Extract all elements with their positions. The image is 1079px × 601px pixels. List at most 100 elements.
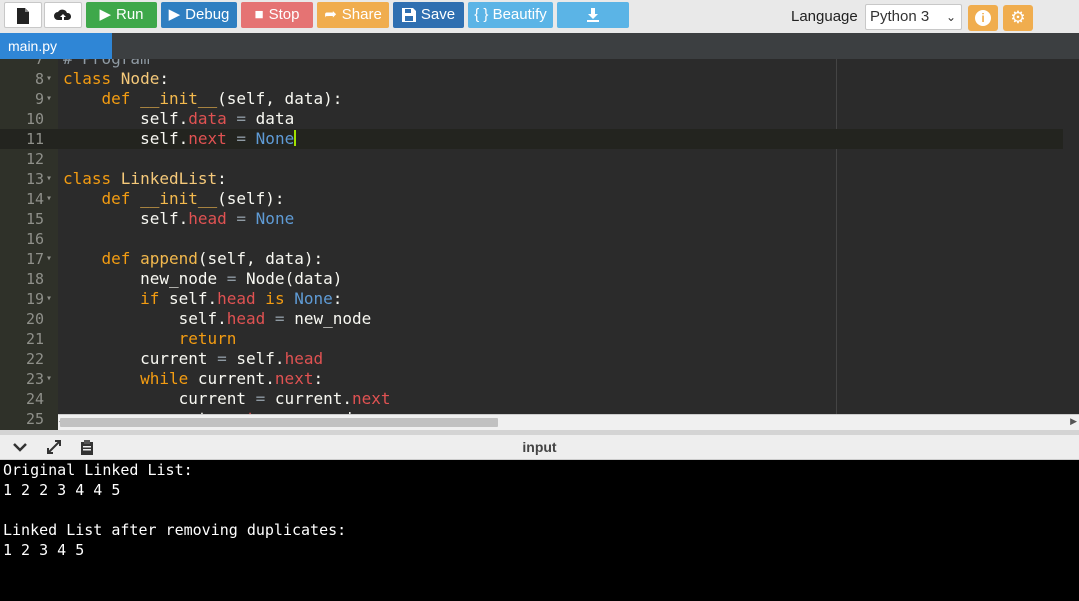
line-number: 21 — [25, 330, 44, 348]
code-text: current = current.next — [63, 389, 391, 408]
io-panel-header: input — [0, 435, 1079, 460]
code-line[interactable]: 9 ▾ def __init__(self, data): — [0, 89, 1063, 109]
chevron-down-icon[interactable] — [12, 439, 28, 459]
tab-main-py[interactable]: main.py — [0, 33, 112, 59]
code-text: def __init__(self): — [63, 189, 285, 208]
stop-button[interactable]: ■ Stop — [241, 2, 313, 28]
line-number: 9 — [34, 90, 44, 108]
fold-toggle-icon[interactable]: ▾ — [46, 369, 52, 389]
floppy-disk-icon — [401, 8, 416, 22]
code-text: current = self.head — [63, 349, 324, 368]
code-text: def __init__(self, data): — [63, 89, 343, 108]
stop-icon: ■ — [254, 6, 264, 23]
code-text: if self.head is None: — [140, 289, 343, 308]
upload-button[interactable] — [44, 2, 82, 28]
line-number: 14 — [25, 190, 44, 208]
fold-toggle-icon[interactable]: ▾ — [46, 189, 52, 209]
code-editor[interactable]: 7# Program8▾class Node:9▾ def __init__(s… — [0, 59, 1079, 430]
settings-button[interactable]: ⚙ — [1003, 5, 1033, 31]
code-text: self.data = data — [63, 109, 295, 128]
expand-arrows-icon[interactable] — [46, 439, 62, 459]
code-line[interactable]: 18 new_node = Node(data) — [0, 269, 1063, 289]
line-number: 17 — [25, 250, 44, 268]
line-number: 24 — [25, 390, 44, 408]
line-number: 10 — [25, 110, 44, 128]
line-number: 13 — [25, 170, 44, 188]
share-icon: ➦ — [324, 6, 337, 23]
code-line[interactable]: 17 ▾ def append(self, data): — [0, 249, 1063, 269]
code-line[interactable]: 15 self.head = None — [0, 209, 1063, 229]
code-line[interactable]: 20 self.head = new_node — [0, 309, 1063, 329]
chevron-down-icon: ⌄ — [945, 10, 956, 24]
code-line[interactable]: 16 — [0, 229, 1063, 249]
code-text: self.head = None — [63, 209, 295, 228]
new-file-button[interactable] — [4, 2, 42, 28]
line-number: 8 — [34, 70, 44, 88]
code-line[interactable]: 8 ▾ class Node: — [0, 69, 1063, 89]
line-number: 19 — [25, 290, 44, 308]
fold-toggle-icon[interactable]: ▾ — [46, 89, 52, 109]
output-terminal[interactable]: Original Linked List: 1 2 2 3 4 4 5 Link… — [0, 460, 1079, 601]
beautify-button[interactable]: { } Beautify — [468, 2, 553, 28]
upload-icon — [54, 9, 72, 21]
code-line[interactable]: 10 self.data = data — [0, 109, 1063, 129]
run-button[interactable]: ▶ Run — [86, 2, 157, 28]
output-line: Original Linked List: — [3, 461, 193, 479]
output-line: 1 2 2 3 4 4 5 — [3, 481, 121, 499]
code-text: self.head = new_node — [63, 309, 372, 328]
code-line[interactable]: 22 current = self.head — [0, 349, 1063, 369]
code-text: class LinkedList: — [63, 169, 227, 188]
debug-icon: ▶︎ — [168, 6, 181, 23]
clipboard-icon[interactable] — [80, 439, 94, 459]
file-icon — [17, 8, 29, 24]
code-line[interactable]: 24 current = current.next — [0, 389, 1063, 409]
code-line[interactable]: 23 ▾ while current.next: — [0, 369, 1063, 389]
line-number: 23 — [25, 370, 44, 388]
code-text: def append(self, data): — [63, 249, 324, 268]
save-button[interactable]: Save — [393, 2, 464, 28]
scroll-right-icon[interactable]: ▶ — [1070, 416, 1077, 427]
line-number: 11 — [25, 130, 44, 148]
output-line: Linked List after removing duplicates: — [3, 521, 347, 539]
line-number: 15 — [25, 210, 44, 228]
line-number: 18 — [25, 270, 44, 288]
top-toolbar: ▶ Run ▶︎ Debug ■ Stop ➦ Share Save { } Beaut… — [0, 0, 1079, 33]
line-number: 7 — [34, 59, 44, 68]
fold-toggle-icon[interactable]: ▾ — [46, 69, 52, 89]
share-button[interactable]: ➦ Share — [317, 2, 389, 28]
fold-toggle-icon[interactable]: ▾ — [46, 289, 52, 309]
debug-button[interactable]: ▶︎ Debug — [161, 2, 237, 28]
line-number: 25 — [25, 410, 44, 428]
download-button[interactable] — [557, 2, 629, 28]
code-line[interactable]: 11 self.next = None — [0, 129, 1063, 149]
info-icon: i — [975, 10, 991, 26]
play-icon: ▶ — [99, 6, 111, 23]
code-line[interactable]: 19 ▾ if self.head is None: — [0, 289, 1063, 309]
horizontal-scrollbar[interactable]: ◀ ▶ — [58, 414, 1079, 430]
code-text: # Program — [63, 59, 150, 69]
line-number: 22 — [25, 350, 44, 368]
download-icon — [587, 8, 599, 22]
gear-icon: ⚙ — [1010, 8, 1026, 27]
code-text: new_node = Node(data) — [63, 269, 343, 288]
fold-toggle-icon[interactable]: ▾ — [46, 169, 52, 189]
code-text: self.next = None — [63, 129, 297, 148]
code-line[interactable]: 7 # Program — [0, 59, 1063, 69]
language-select[interactable]: Python 3 ⌄ — [865, 4, 962, 30]
scroll-thumb[interactable] — [60, 418, 498, 427]
fold-toggle-icon[interactable]: ▾ — [46, 249, 52, 269]
line-number: 16 — [25, 230, 44, 248]
info-button[interactable]: i — [968, 5, 998, 31]
output-line: 1 2 3 4 5 — [3, 541, 85, 559]
text-cursor — [294, 130, 297, 146]
code-line[interactable]: 12 — [0, 149, 1063, 169]
io-panel-title: input — [522, 439, 557, 455]
code-text: class Node: — [63, 69, 169, 88]
vertical-scrollbar[interactable] — [1063, 59, 1079, 414]
code-text: while current.next: — [140, 369, 324, 388]
code-line[interactable]: 14 ▾ def __init__(self): — [0, 189, 1063, 209]
code-line[interactable]: 13 ▾ class LinkedList: — [0, 169, 1063, 189]
file-tab-bar: main.py — [0, 33, 1079, 59]
line-number: 12 — [25, 150, 44, 168]
code-line[interactable]: 21 return — [0, 329, 1063, 349]
